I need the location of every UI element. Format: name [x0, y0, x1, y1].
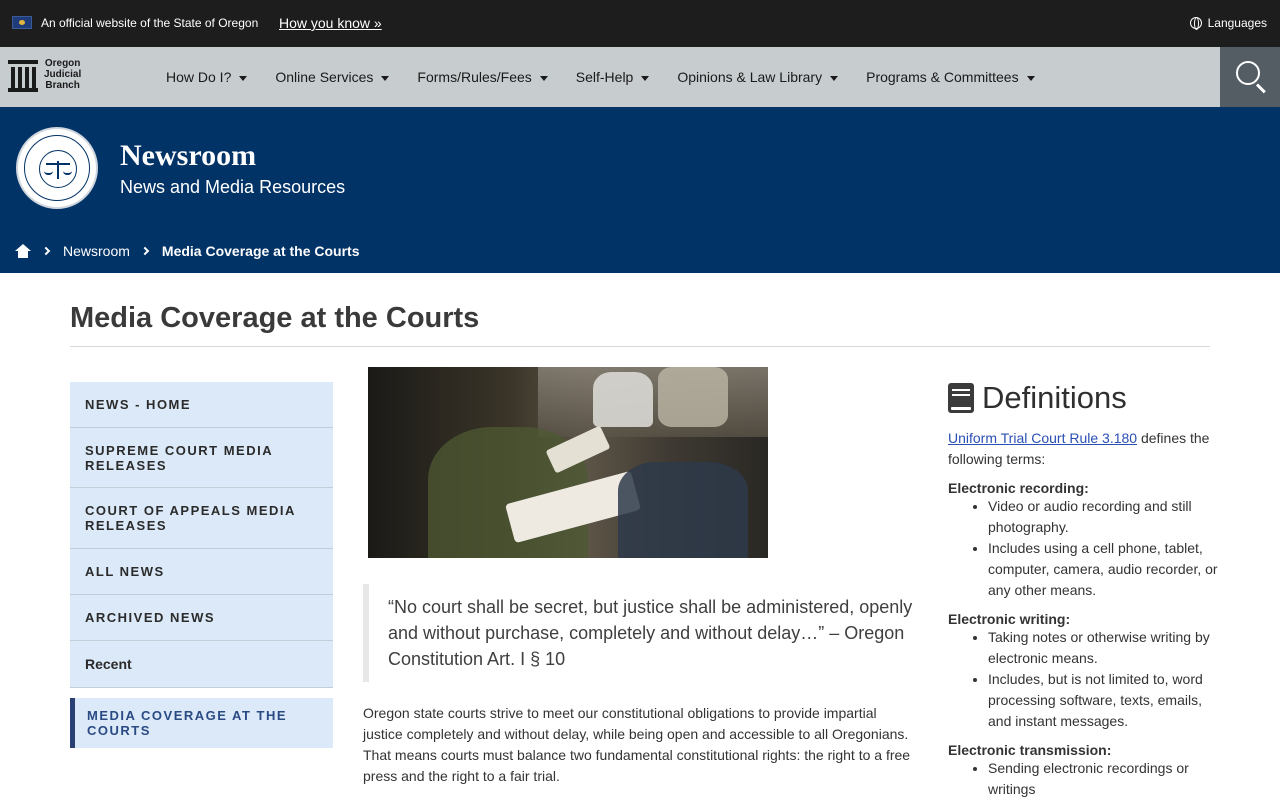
definition-item: Includes, but is not limited to, word pr… — [988, 669, 1218, 732]
courtroom-audience-photo — [368, 367, 768, 558]
languages-label: Languages — [1207, 16, 1267, 30]
definition-item: Video or audio recording and still photo… — [988, 496, 1218, 538]
nav-programs-committees[interactable]: Programs & Committees — [852, 69, 1048, 85]
nav-online-services[interactable]: Online Services — [261, 69, 403, 85]
breadcrumb-newsroom[interactable]: Newsroom — [63, 243, 130, 259]
caret-down-icon — [830, 75, 839, 81]
oregon-flag-icon — [12, 16, 32, 29]
caret-down-icon — [539, 75, 548, 81]
definitions-panel: Definitions Uniform Trial Court Rule 3.1… — [948, 380, 1218, 800]
side-item-supreme-court-releases[interactable]: SUPREME COURT MEDIA RELEASES — [70, 428, 333, 488]
title-divider — [70, 346, 1210, 347]
page-title: Media Coverage at the Courts — [70, 302, 480, 334]
search-button[interactable] — [1220, 47, 1280, 107]
definition-item: Taking notes or otherwise writing by ele… — [988, 627, 1218, 669]
how-you-know-link[interactable]: How you know » — [279, 15, 382, 31]
side-item-archived-news[interactable]: ARCHIVED NEWS — [70, 595, 333, 641]
judicial-department-seal — [16, 127, 98, 209]
home-icon[interactable] — [15, 244, 31, 258]
breadcrumb: Newsroom Media Coverage at the Courts — [15, 243, 360, 259]
nav-forms-rules-fees[interactable]: Forms/Rules/Fees — [403, 69, 561, 85]
caret-down-icon — [641, 75, 650, 81]
official-site-banner: An official website of the State of Oreg… — [0, 0, 1280, 47]
section-subtitle: News and Media Resources — [120, 177, 346, 197]
side-item-recent[interactable]: Recent — [70, 641, 333, 688]
book-icon — [948, 383, 974, 413]
term-electronic-recording: Electronic recording: — [948, 480, 1089, 496]
courthouse-pillars-icon — [8, 60, 38, 92]
side-item-news-home[interactable]: NEWS - HOME — [70, 382, 333, 428]
utcr-3-180-link[interactable]: Uniform Trial Court Rule 3.180 — [948, 430, 1137, 446]
nav-how-do-i[interactable]: How Do I? — [152, 69, 261, 85]
main-navigation: Oregon Judicial Branch How Do I? Online … — [0, 47, 1280, 107]
caret-down-icon — [381, 75, 390, 81]
side-navigation: NEWS - HOME SUPREME COURT MEDIA RELEASES… — [70, 382, 333, 748]
nav-self-help[interactable]: Self-Help — [562, 69, 664, 85]
section-title: Newsroom — [120, 139, 257, 172]
constitution-quote: “No court shall be secret, but justice s… — [363, 584, 913, 682]
ojb-logo[interactable]: Oregon Judicial Branch — [8, 58, 98, 98]
search-icon — [1236, 61, 1260, 85]
globe-icon — [1189, 17, 1202, 30]
intro-paragraph: Oregon state courts strive to meet our c… — [363, 705, 911, 784]
side-item-court-of-appeals-releases[interactable]: COURT OF APPEALS MEDIA RELEASES — [70, 488, 333, 549]
definition-item: Includes using a cell phone, tablet, com… — [988, 538, 1218, 601]
term-electronic-writing: Electronic writing: — [948, 611, 1071, 627]
languages-button[interactable]: Languages — [1189, 16, 1267, 30]
term-electronic-transmission: Electronic transmission: — [948, 742, 1112, 758]
side-item-all-news[interactable]: ALL NEWS — [70, 549, 333, 595]
chevron-right-icon — [41, 246, 51, 256]
logo-text: Oregon Judicial Branch — [44, 58, 82, 91]
definitions-heading: Definitions — [982, 380, 1127, 415]
official-site-text: An official website of the State of Oreg… — [41, 16, 259, 30]
caret-down-icon — [1026, 75, 1035, 81]
caret-down-icon — [239, 75, 248, 81]
page-header: Newsroom News and Media Resources Newsro… — [0, 107, 1280, 273]
breadcrumb-current: Media Coverage at the Courts — [161, 243, 360, 259]
nav-opinions-law-library[interactable]: Opinions & Law Library — [663, 69, 852, 85]
side-item-media-coverage[interactable]: MEDIA COVERAGE AT THE COURTS — [70, 698, 333, 748]
definition-item: Sending electronic recordings or writing… — [988, 758, 1218, 800]
chevron-right-icon — [140, 246, 150, 256]
